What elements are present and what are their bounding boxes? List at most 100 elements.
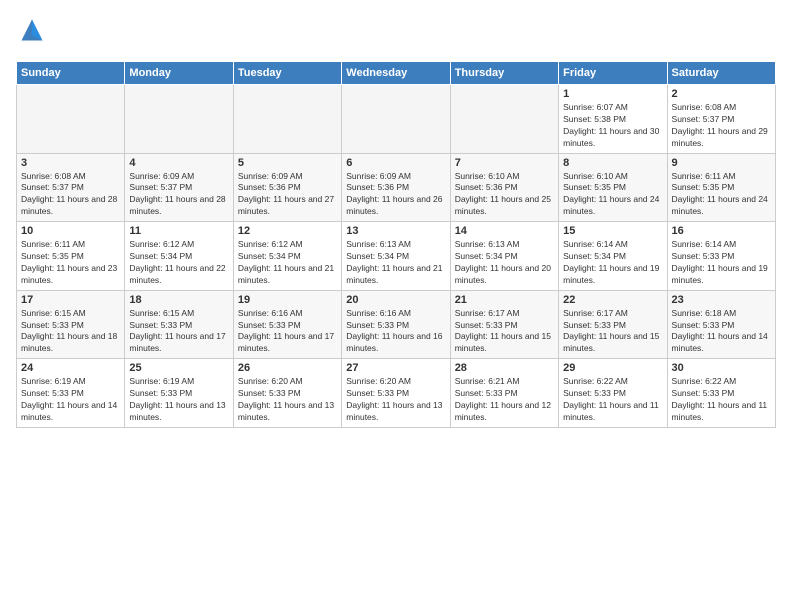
day-number: 4 xyxy=(129,157,228,169)
day-number: 18 xyxy=(129,294,228,306)
calendar-cell: 27 Sunrise: 6:20 AMSunset: 5:33 PMDayligh… xyxy=(342,359,450,428)
calendar-cell: 8 Sunrise: 6:10 AMSunset: 5:35 PMDaylight… xyxy=(559,153,667,222)
day-number: 15 xyxy=(563,225,662,237)
day-info: Sunrise: 6:09 AMSunset: 5:36 PMDaylight:… xyxy=(238,171,337,219)
column-header-sunday: Sunday xyxy=(17,62,125,85)
calendar-cell: 6Sunrise: 6:09 AMSunset: 5:36 PMDaylight… xyxy=(342,153,450,222)
day-number: 23 xyxy=(672,294,771,306)
day-number: 26 xyxy=(238,362,337,374)
calendar-cell: 15 Sunrise: 6:14 AMSunset: 5:34 PMDayligh… xyxy=(559,222,667,291)
calendar-cell: 24 Sunrise: 6:19 AMSunset: 5:33 PMDayligh… xyxy=(17,359,125,428)
day-info: Sunrise: 6:08 AMSunset: 5:37 PMDaylight:… xyxy=(672,102,771,150)
day-info: Sunrise: 6:12 AMSunset: 5:34 PMDaylight:… xyxy=(129,239,228,287)
day-info: Sunrise: 6:13 AMSunset: 5:34 PMDaylight:… xyxy=(346,239,445,287)
day-number: 13 xyxy=(346,225,445,237)
calendar-cell: 29 Sunrise: 6:22 AMSunset: 5:33 PMDayligh… xyxy=(559,359,667,428)
day-number: 14 xyxy=(455,225,554,237)
calendar-week-1: 1 Sunrise: 6:07 AMSunset: 5:38 PMDaylight… xyxy=(17,85,776,154)
day-number: 27 xyxy=(346,362,445,374)
day-number: 11 xyxy=(129,225,228,237)
calendar-cell: 11 Sunrise: 6:12 AMSunset: 5:34 PMDayligh… xyxy=(125,222,233,291)
day-number: 3 xyxy=(21,157,120,169)
calendar-cell: 3 Sunrise: 6:08 AMSunset: 5:37 PMDaylight… xyxy=(17,153,125,222)
calendar-week-2: 3 Sunrise: 6:08 AMSunset: 5:37 PMDaylight… xyxy=(17,153,776,222)
day-info: Sunrise: 6:07 AMSunset: 5:38 PMDaylight:… xyxy=(563,102,662,150)
calendar-cell: 22 Sunrise: 6:17 AMSunset: 5:33 PMDayligh… xyxy=(559,290,667,359)
day-info: Sunrise: 6:17 AMSunset: 5:33 PMDaylight:… xyxy=(455,308,554,356)
calendar-cell: 10 Sunrise: 6:11 AMSunset: 5:35 PMDayligh… xyxy=(17,222,125,291)
day-number: 29 xyxy=(563,362,662,374)
day-info: Sunrise: 6:18 AMSunset: 5:33 PMDaylight:… xyxy=(672,308,771,356)
day-number: 12 xyxy=(238,225,337,237)
day-number: 20 xyxy=(346,294,445,306)
day-info: Sunrise: 6:09 AMSunset: 5:36 PMDaylight:… xyxy=(346,171,445,219)
day-number: 21 xyxy=(455,294,554,306)
calendar-cell: 20 Sunrise: 6:16 AMSunset: 5:33 PMDayligh… xyxy=(342,290,450,359)
day-number: 10 xyxy=(21,225,120,237)
logo xyxy=(16,16,50,49)
column-header-thursday: Thursday xyxy=(450,62,558,85)
day-number: 1 xyxy=(563,88,662,100)
day-number: 9 xyxy=(672,157,771,169)
day-info: Sunrise: 6:15 AMSunset: 5:33 PMDaylight:… xyxy=(129,308,228,356)
day-number: 30 xyxy=(672,362,771,374)
day-info: Sunrise: 6:12 AMSunset: 5:34 PMDaylight:… xyxy=(238,239,337,287)
day-info: Sunrise: 6:21 AMSunset: 5:33 PMDaylight:… xyxy=(455,376,554,424)
column-header-monday: Monday xyxy=(125,62,233,85)
day-info: Sunrise: 6:14 AMSunset: 5:34 PMDaylight:… xyxy=(563,239,662,287)
day-info: Sunrise: 6:10 AMSunset: 5:36 PMDaylight:… xyxy=(455,171,554,219)
day-number: 24 xyxy=(21,362,120,374)
calendar-cell: 2 Sunrise: 6:08 AMSunset: 5:37 PMDaylight… xyxy=(667,85,775,154)
calendar-table: SundayMondayTuesdayWednesdayThursdayFrid… xyxy=(16,61,776,428)
calendar-cell: 23 Sunrise: 6:18 AMSunset: 5:33 PMDayligh… xyxy=(667,290,775,359)
calendar-cell: 25Sunrise: 6:19 AMSunset: 5:33 PMDayligh… xyxy=(125,359,233,428)
calendar-cell: 12 Sunrise: 6:12 AMSunset: 5:34 PMDayligh… xyxy=(233,222,341,291)
calendar-cell: 1 Sunrise: 6:07 AMSunset: 5:38 PMDaylight… xyxy=(559,85,667,154)
day-info: Sunrise: 6:10 AMSunset: 5:35 PMDaylight:… xyxy=(563,171,662,219)
day-number: 25 xyxy=(129,362,228,374)
calendar-week-5: 24 Sunrise: 6:19 AMSunset: 5:33 PMDayligh… xyxy=(17,359,776,428)
calendar-cell: 16 Sunrise: 6:14 AMSunset: 5:33 PMDayligh… xyxy=(667,222,775,291)
day-info: Sunrise: 6:09 AMSunset: 5:37 PMDaylight:… xyxy=(129,171,228,219)
day-number: 8 xyxy=(563,157,662,169)
calendar-cell: 9 Sunrise: 6:11 AMSunset: 5:35 PMDaylight… xyxy=(667,153,775,222)
day-info: Sunrise: 6:20 AMSunset: 5:33 PMDaylight:… xyxy=(346,376,445,424)
day-info: Sunrise: 6:20 AMSunset: 5:33 PMDaylight:… xyxy=(238,376,337,424)
day-info: Sunrise: 6:22 AMSunset: 5:33 PMDaylight:… xyxy=(563,376,662,424)
calendar-cell: 14 Sunrise: 6:13 AMSunset: 5:34 PMDayligh… xyxy=(450,222,558,291)
day-info: Sunrise: 6:16 AMSunset: 5:33 PMDaylight:… xyxy=(346,308,445,356)
calendar-cell xyxy=(125,85,233,154)
day-info: Sunrise: 6:15 AMSunset: 5:33 PMDaylight:… xyxy=(21,308,120,356)
calendar-cell: 21 Sunrise: 6:17 AMSunset: 5:33 PMDayligh… xyxy=(450,290,558,359)
day-info: Sunrise: 6:13 AMSunset: 5:34 PMDaylight:… xyxy=(455,239,554,287)
logo-icon xyxy=(18,16,46,44)
day-info: Sunrise: 6:14 AMSunset: 5:33 PMDaylight:… xyxy=(672,239,771,287)
calendar-cell: 30 Sunrise: 6:22 AMSunset: 5:33 PMDayligh… xyxy=(667,359,775,428)
day-number: 5 xyxy=(238,157,337,169)
day-info: Sunrise: 6:22 AMSunset: 5:33 PMDaylight:… xyxy=(672,376,771,424)
day-number: 16 xyxy=(672,225,771,237)
day-info: Sunrise: 6:19 AMSunset: 5:33 PMDaylight:… xyxy=(21,376,120,424)
day-number: 2 xyxy=(672,88,771,100)
day-info: Sunrise: 6:11 AMSunset: 5:35 PMDaylight:… xyxy=(672,171,771,219)
day-info: Sunrise: 6:08 AMSunset: 5:37 PMDaylight:… xyxy=(21,171,120,219)
calendar-cell xyxy=(17,85,125,154)
column-header-tuesday: Tuesday xyxy=(233,62,341,85)
calendar-cell: 18 Sunrise: 6:15 AMSunset: 5:33 PMDayligh… xyxy=(125,290,233,359)
column-header-saturday: Saturday xyxy=(667,62,775,85)
calendar-week-3: 10 Sunrise: 6:11 AMSunset: 5:35 PMDayligh… xyxy=(17,222,776,291)
day-number: 22 xyxy=(563,294,662,306)
day-number: 28 xyxy=(455,362,554,374)
calendar-cell: 26 Sunrise: 6:20 AMSunset: 5:33 PMDayligh… xyxy=(233,359,341,428)
calendar-cell: 17Sunrise: 6:15 AMSunset: 5:33 PMDayligh… xyxy=(17,290,125,359)
column-header-wednesday: Wednesday xyxy=(342,62,450,85)
day-info: Sunrise: 6:16 AMSunset: 5:33 PMDaylight:… xyxy=(238,308,337,356)
column-header-friday: Friday xyxy=(559,62,667,85)
calendar-cell xyxy=(450,85,558,154)
calendar-cell: 4 Sunrise: 6:09 AMSunset: 5:37 PMDaylight… xyxy=(125,153,233,222)
page-header xyxy=(16,16,776,49)
day-info: Sunrise: 6:11 AMSunset: 5:35 PMDaylight:… xyxy=(21,239,120,287)
calendar-cell: 28 Sunrise: 6:21 AMSunset: 5:33 PMDayligh… xyxy=(450,359,558,428)
day-info: Sunrise: 6:17 AMSunset: 5:33 PMDaylight:… xyxy=(563,308,662,356)
day-number: 7 xyxy=(455,157,554,169)
